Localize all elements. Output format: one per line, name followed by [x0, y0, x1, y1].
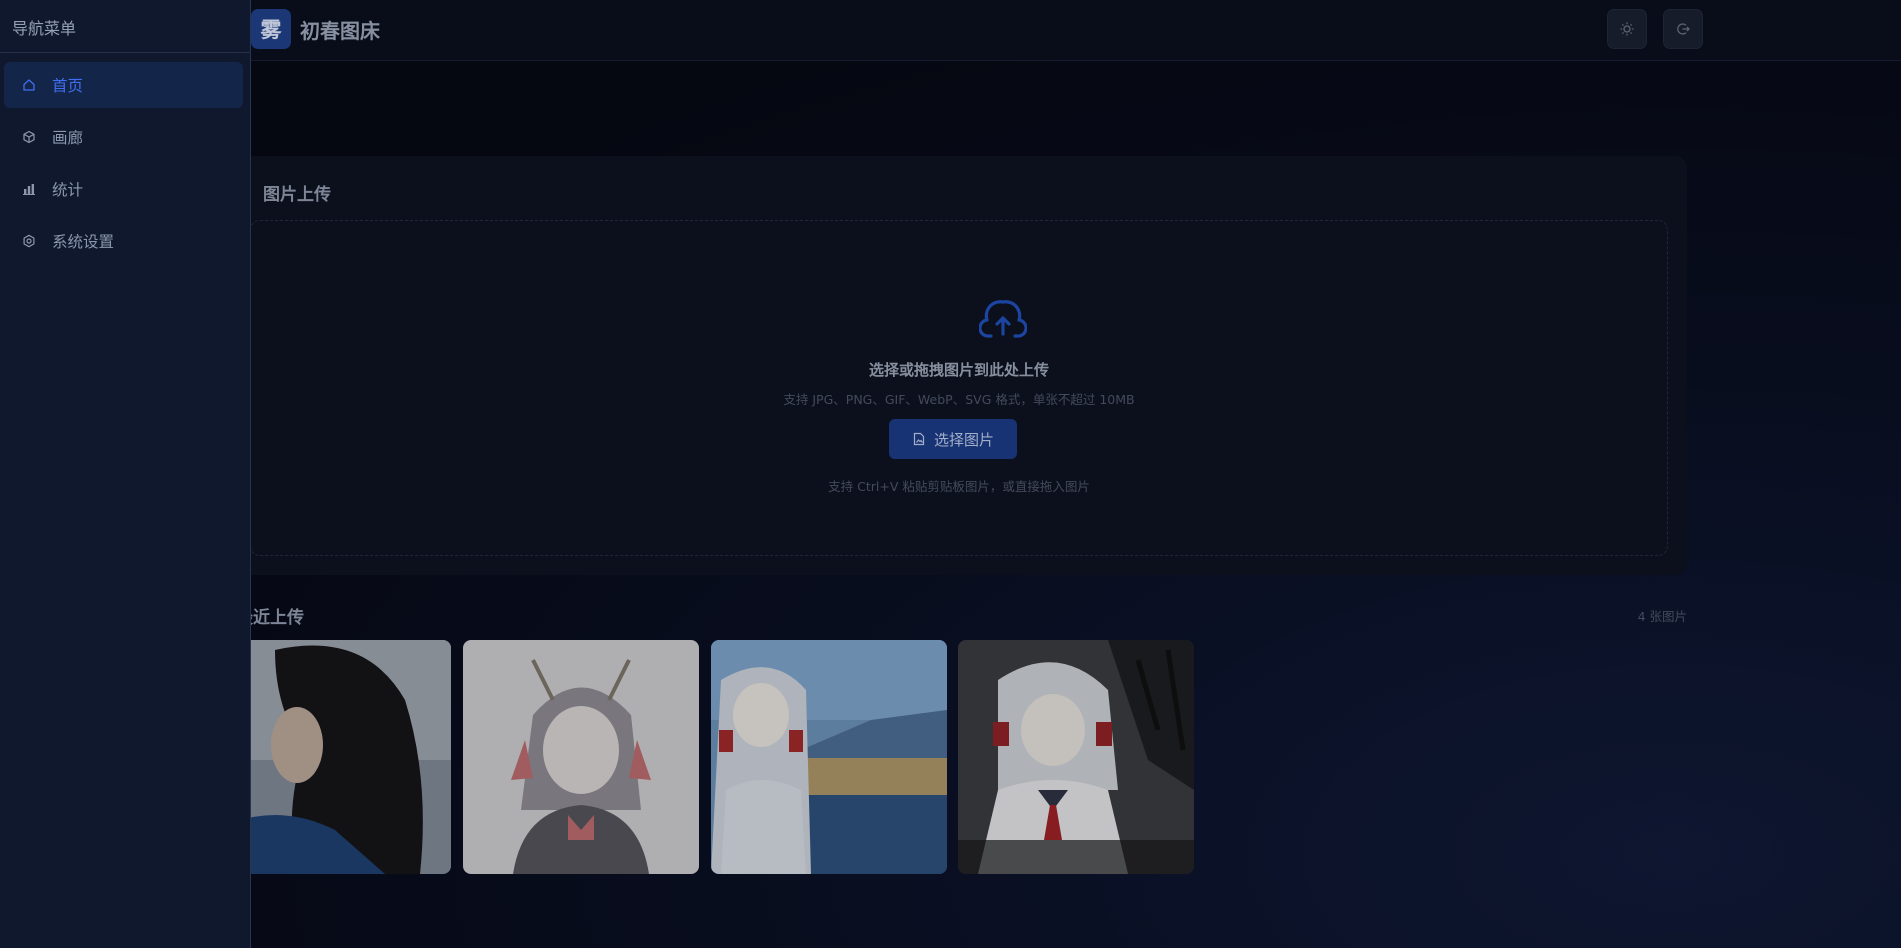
sidebar-item-gallery[interactable]: 画廊 — [4, 114, 243, 160]
sidebar-item-label: 画廊 — [52, 129, 84, 147]
sidebar-item-label: 系统设置 — [52, 233, 115, 251]
chart-icon — [23, 184, 35, 195]
page: 雾 初春图床 图片上传 选择或拖拽图片到此处上传 支持 JPG、PNG、GIF、 — [0, 0, 1901, 948]
sidebar-item-label: 首页 — [52, 77, 84, 95]
navigation-drawer: 导航菜单 首页 画廊 统计 系统设置 — [0, 0, 251, 948]
drawer-title: 导航菜单 — [12, 19, 77, 38]
drawer-divider — [0, 52, 251, 53]
sidebar-item-settings[interactable]: 系统设置 — [4, 218, 243, 264]
sidebar-item-home[interactable]: 首页 — [4, 62, 243, 108]
settings-icon — [23, 234, 35, 248]
home-icon — [23, 79, 35, 91]
sidebar-item-stats[interactable]: 统计 — [4, 166, 243, 212]
gallery-icon — [23, 130, 35, 144]
drawer-overlay[interactable] — [0, 0, 1901, 948]
sidebar-item-label: 统计 — [52, 181, 84, 199]
